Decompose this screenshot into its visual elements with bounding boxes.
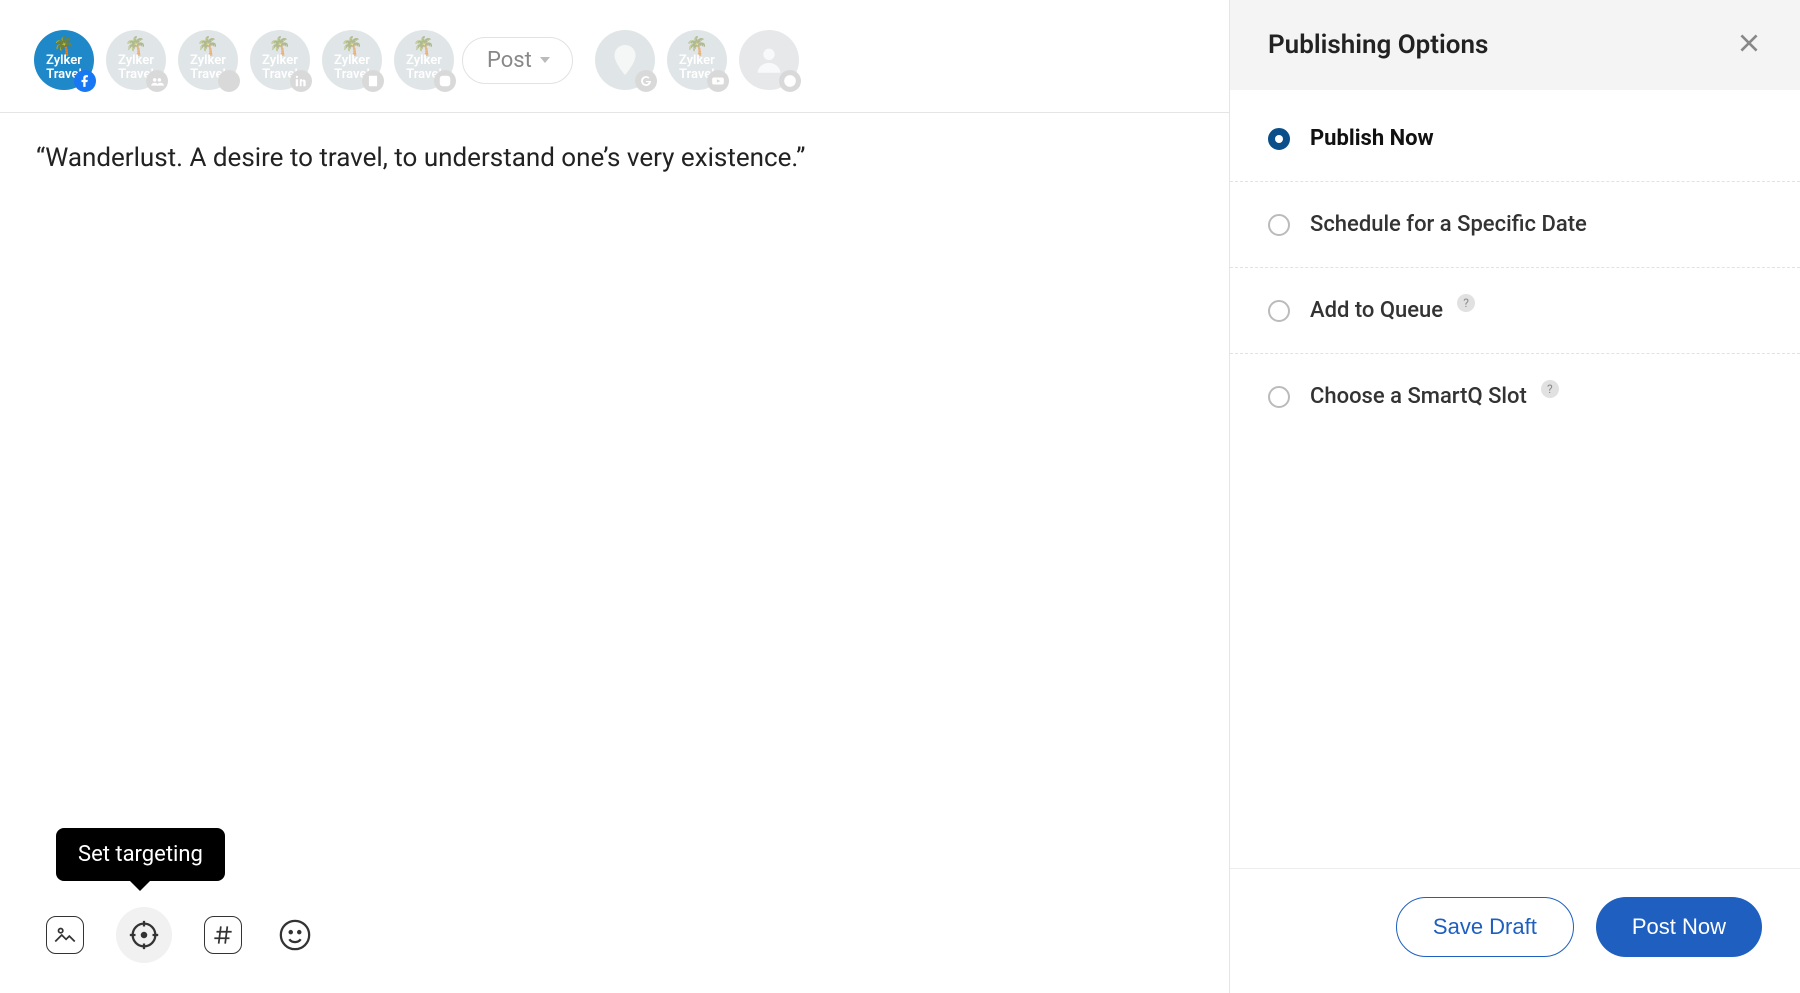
account-youtube[interactable]: 🌴ZylkerTravel [667,30,727,90]
close-button[interactable] [1736,30,1762,60]
chevron-down-icon [540,57,550,63]
account-group[interactable]: 🌴ZylkerTravel [106,30,166,90]
account-facebook[interactable]: 🌴Zylker Travel [34,30,94,90]
group-icon [146,70,168,92]
sidebar-footer: Save Draft Post Now [1230,868,1800,993]
radio-icon [1268,300,1290,322]
account-pinterest[interactable] [739,30,799,90]
accounts-row: 🌴Zylker Travel 🌴ZylkerTravel 🌴ZylkerTrav… [0,0,1229,113]
hashtag-button[interactable] [204,916,242,954]
option-label: Choose a SmartQ Slot [1310,384,1527,409]
account-google[interactable] [595,30,655,90]
composer-text: “Wanderlust. A desire to travel, to unde… [36,143,805,173]
emoji-button[interactable] [274,914,316,956]
option-schedule[interactable]: Schedule for a Specific Date [1230,182,1800,268]
radio-icon [1268,128,1290,150]
account-linkedin[interactable]: 🌴ZylkerTravel [250,30,310,90]
post-now-button[interactable]: Post Now [1596,897,1762,957]
instagram-icon [434,70,456,92]
x-icon [218,70,240,92]
publish-options: Publish Now Schedule for a Specific Date… [1230,90,1800,445]
option-label: Add to Queue [1310,298,1443,323]
account-linkedin-page[interactable]: 🌴ZylkerTravel [322,30,382,90]
option-label: Schedule for a Specific Date [1310,212,1587,237]
option-publish-now[interactable]: Publish Now [1230,96,1800,182]
youtube-icon [707,70,729,92]
radio-icon [1268,214,1290,236]
linkedin-page-icon [362,70,384,92]
account-x[interactable]: 🌴ZylkerTravel [178,30,238,90]
image-icon [52,922,78,948]
option-label: Publish Now [1310,126,1434,151]
publishing-sidebar: Publishing Options Publish Now Schedule … [1230,0,1800,993]
sidebar-title: Publishing Options [1268,30,1488,60]
composer-panel: 🌴Zylker Travel 🌴ZylkerTravel 🌴ZylkerTrav… [0,0,1230,993]
account-instagram[interactable]: 🌴ZylkerTravel [394,30,454,90]
option-queue[interactable]: Add to Queue ? [1230,268,1800,354]
radio-icon [1268,386,1290,408]
help-icon[interactable]: ? [1457,294,1475,312]
pinterest-icon [779,70,801,92]
composer-toolbar [0,883,1229,993]
smiley-icon [278,918,312,952]
save-draft-button[interactable]: Save Draft [1396,897,1574,957]
linkedin-icon [290,70,312,92]
targeting-tooltip: Set targeting [56,828,225,881]
target-icon [127,918,161,952]
targeting-button[interactable] [116,907,172,963]
facebook-icon [74,70,96,92]
post-type-dropdown[interactable]: Post [462,37,573,84]
media-button[interactable] [46,916,84,954]
hash-icon [210,922,236,948]
help-icon[interactable]: ? [1541,380,1559,398]
option-smartq[interactable]: Choose a SmartQ Slot ? [1230,354,1800,439]
post-type-label: Post [487,48,532,73]
google-icon [635,70,657,92]
close-icon [1736,30,1762,56]
sidebar-header: Publishing Options [1230,0,1800,90]
